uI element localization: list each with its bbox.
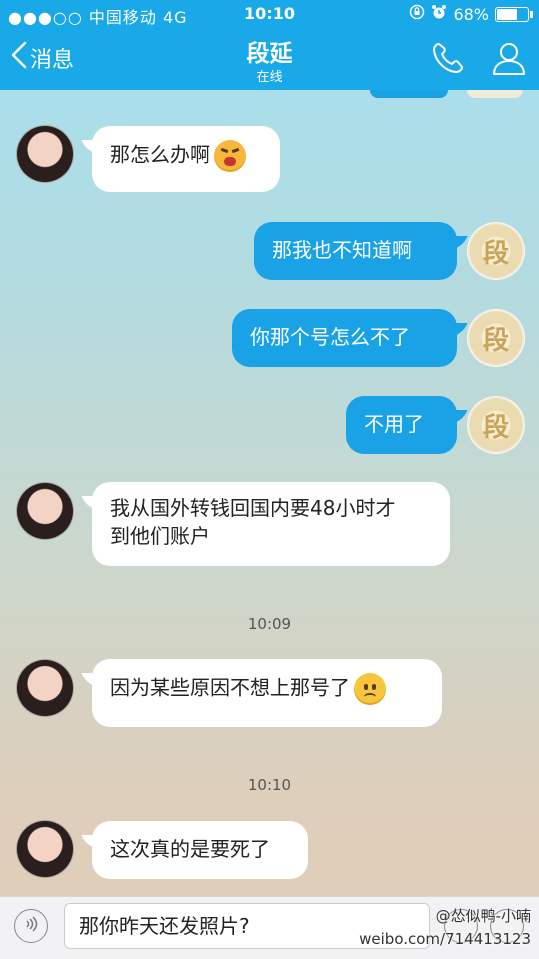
voice-icon [22, 915, 40, 937]
message-text: 不用了 [364, 412, 424, 436]
message-text: 那怎么办啊 [110, 142, 210, 167]
message-text: 因为某些原因不想上那号了 [110, 675, 350, 700]
status-bar: ●●●○○ 中国移动 4G 10:10 68% [0, 0, 539, 27]
my-avatar[interactable]: 段 [467, 396, 525, 454]
rotation-lock-icon [409, 4, 425, 24]
contact-avatar[interactable] [16, 659, 74, 717]
my-avatar[interactable]: 段 [467, 309, 525, 367]
sad-emoji-icon [354, 673, 386, 705]
profile-button[interactable] [490, 40, 528, 80]
timestamp: 10:09 [247, 615, 292, 633]
message-bubble[interactable]: 那怎么办啊 [92, 126, 280, 192]
crying-emoji-icon [214, 140, 246, 172]
chat-header: 消息 段延 在线 [0, 26, 539, 90]
message-text: 你那个号怎么不了 [250, 325, 410, 349]
my-avatar[interactable]: 段 [467, 222, 525, 280]
message-text: 那我也不知道啊 [272, 238, 412, 262]
watermark-url: weibo.com/714413123 [359, 930, 531, 948]
contact-avatar[interactable] [16, 482, 74, 540]
message-bubble[interactable]: 我从国外转钱回国内要48小时才 到他们账户 [92, 482, 450, 566]
contact-avatar[interactable] [16, 820, 74, 878]
voice-button[interactable] [14, 909, 48, 943]
alarm-icon [431, 4, 447, 24]
battery-fill [497, 8, 517, 20]
message-bubble[interactable]: 因为某些原因不想上那号了 [92, 659, 442, 727]
message-text-line: 我从国外转钱回国内要48小时才 [110, 496, 396, 520]
message-text: 这次真的是要死了 [110, 837, 270, 861]
battery-icon [495, 6, 533, 22]
watermark-handle: @怂似鸭-小喃 [435, 907, 531, 925]
phone-icon [430, 42, 466, 80]
contact-avatar[interactable] [16, 125, 74, 183]
battery-percent: 68% [453, 4, 489, 24]
message-bubble[interactable]: 你那个号怎么不了 [232, 309, 457, 367]
partial-message-bubble [370, 90, 448, 98]
person-icon [490, 43, 528, 80]
status-right: 68% [409, 4, 533, 24]
partial-avatar [467, 90, 523, 98]
message-text-line: 到他们账户 [110, 524, 210, 548]
call-button[interactable] [430, 40, 466, 80]
message-bubble[interactable]: 不用了 [346, 396, 457, 454]
timestamp: 10:10 [247, 776, 292, 794]
message-bubble[interactable]: 那我也不知道啊 [254, 222, 457, 280]
message-bubble[interactable]: 这次真的是要死了 [92, 821, 308, 879]
